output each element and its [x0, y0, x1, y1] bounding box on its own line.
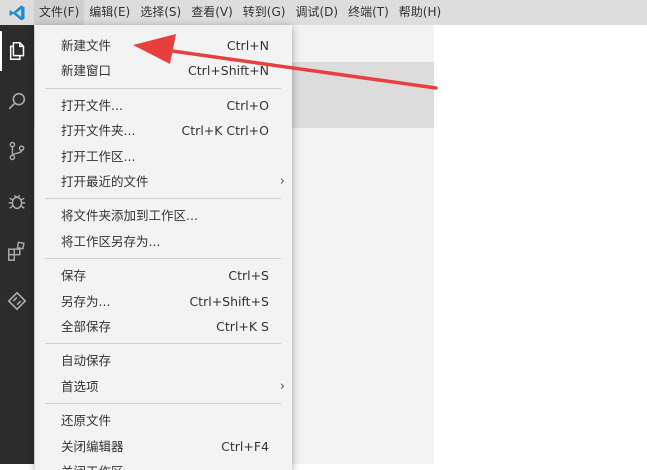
- activity-bar: [0, 25, 34, 464]
- menu-item-shortcut: Ctrl+Shift+N: [188, 63, 269, 79]
- file-menu-item[interactable]: 新建窗口 Ctrl+Shift+N: [45, 59, 285, 83]
- search-icon[interactable]: [0, 81, 34, 121]
- remote-icon[interactable]: [0, 281, 34, 321]
- file-menu-item[interactable]: 新建文件 Ctrl+N: [45, 34, 285, 58]
- file-menu-item[interactable]: 关闭工作区: [45, 460, 285, 470]
- menu-separator: [45, 343, 281, 345]
- menu-bar: 文件(F) 编辑(E) 选择(S) 查看(V) 转到(G) 调试(D) 终端(T) 帮助(H): [0, 0, 647, 25]
- menu-item-label: 首选项: [61, 378, 99, 394]
- menu-item-label: 将文件夹添加到工作区...: [61, 208, 198, 224]
- file-menu-item[interactable]: 打开最近的文件 ›: [45, 170, 285, 194]
- file-menu-item[interactable]: 首选项 ›: [45, 375, 285, 399]
- source-control-icon[interactable]: [0, 131, 34, 171]
- menu-item-shortcut: Ctrl+F4: [221, 438, 269, 454]
- menu-item-label: 另存为...: [61, 293, 111, 309]
- file-menu-item[interactable]: 自动保存: [45, 349, 285, 373]
- menu-item-2[interactable]: 选择(S): [135, 0, 186, 25]
- menu-item-label: 关闭编辑器: [61, 438, 124, 454]
- menu-item-label: 打开工作区...: [61, 148, 136, 164]
- menu-item-3[interactable]: 查看(V): [186, 0, 238, 25]
- file-menu-item[interactable]: 关闭编辑器 Ctrl+F4: [45, 435, 285, 459]
- file-menu-item[interactable]: 打开工作区...: [45, 145, 285, 169]
- debug-icon[interactable]: [0, 181, 34, 221]
- file-menu-item[interactable]: 保存 Ctrl+S: [45, 264, 285, 288]
- menu-item-label: 打开文件夹...: [61, 123, 136, 139]
- menu-item-6[interactable]: 终端(T): [343, 0, 394, 25]
- editor-area: [434, 25, 647, 464]
- menu-item-label: 打开最近的文件: [61, 174, 149, 189]
- menu-separator: [45, 258, 281, 260]
- extensions-icon[interactable]: [0, 231, 34, 271]
- menu-separator: [45, 87, 281, 89]
- menu-item-label: 新建窗口: [61, 63, 112, 79]
- file-menu-dropdown: 新建文件 Ctrl+N 新建窗口 Ctrl+Shift+N 打开文件... Ctrl+O 打…: [35, 25, 292, 470]
- menu-separator: [45, 403, 281, 405]
- menu-item-7[interactable]: 帮助(H): [394, 0, 446, 25]
- chevron-right-icon: ›: [279, 174, 285, 189]
- menu-item-shortcut: Ctrl+O: [226, 97, 269, 113]
- menu-item-shortcut: Ctrl+S: [228, 268, 269, 284]
- menu-item-5[interactable]: 调试(D): [290, 0, 343, 25]
- vscode-logo-icon: [0, 0, 34, 25]
- file-menu-item[interactable]: 还原文件: [45, 409, 285, 433]
- file-menu-item[interactable]: 打开文件夹... Ctrl+K Ctrl+O: [45, 119, 285, 143]
- menu-item-label: 还原文件: [61, 413, 112, 429]
- menu-item-shortcut: Ctrl+Shift+S: [189, 293, 269, 309]
- menu-item-label: 关闭工作区: [61, 460, 124, 470]
- menu-item-4[interactable]: 转到(G): [238, 0, 291, 25]
- menu-item-label: 新建文件: [61, 38, 112, 53]
- menu-item-shortcut: Ctrl+K S: [216, 319, 269, 334]
- menu-item-0[interactable]: 文件(F): [34, 0, 85, 25]
- menu-item-label: 保存: [61, 268, 87, 284]
- menu-item-shortcut: Ctrl+N: [226, 38, 269, 53]
- explorer-icon[interactable]: [0, 31, 34, 71]
- file-menu-item[interactable]: 全部保存 Ctrl+K S: [45, 315, 285, 339]
- file-menu-item[interactable]: 将工作区另存为...: [45, 230, 285, 254]
- file-menu-item[interactable]: 将文件夹添加到工作区...: [45, 204, 285, 228]
- menu-item-label: 自动保存: [61, 353, 112, 369]
- menu-item-1[interactable]: 编辑(E): [84, 0, 135, 25]
- menu-separator: [45, 198, 281, 200]
- file-menu-item[interactable]: 打开文件... Ctrl+O: [45, 94, 285, 118]
- menu-item-label: 全部保存: [61, 319, 112, 334]
- menu-item-label: 打开文件...: [61, 97, 123, 113]
- menu-item-label: 将工作区另存为...: [61, 233, 161, 249]
- file-menu-item[interactable]: 另存为... Ctrl+Shift+S: [45, 290, 285, 314]
- menu-item-shortcut: Ctrl+K Ctrl+O: [181, 123, 269, 139]
- chevron-right-icon: ›: [279, 378, 285, 394]
